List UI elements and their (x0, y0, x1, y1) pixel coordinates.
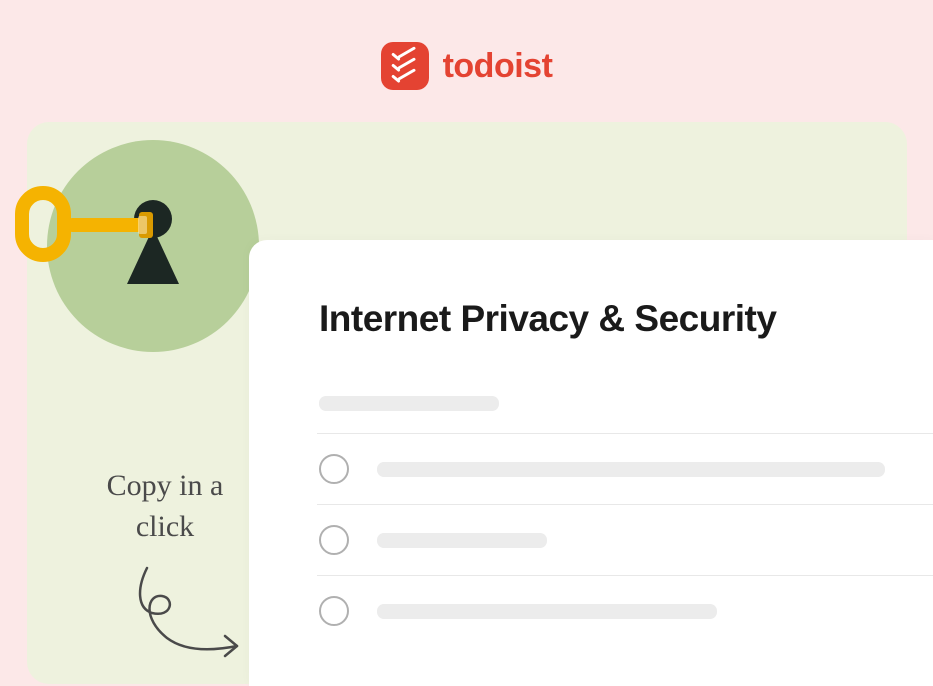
keyhole-icon (127, 200, 179, 284)
brand-logo[interactable]: todoist (381, 42, 553, 90)
task-row-placeholder (319, 576, 933, 646)
hero-illustration (47, 140, 259, 352)
task-list-placeholder (249, 340, 933, 646)
checkbox-icon[interactable] (319, 596, 349, 626)
task-text-placeholder (377, 604, 717, 619)
checkbox-icon[interactable] (319, 525, 349, 555)
template-preview: Internet Privacy & Security (249, 240, 933, 686)
arrow-icon (117, 558, 257, 668)
checkbox-icon[interactable] (319, 454, 349, 484)
task-row-placeholder (319, 434, 933, 504)
template-card: Copy in a click Internet Privacy & Secur… (27, 122, 907, 684)
task-text-placeholder (377, 533, 547, 548)
section-placeholder (319, 396, 499, 411)
todoist-logo-icon (381, 42, 429, 90)
task-text-placeholder (377, 462, 885, 477)
header: todoist (0, 0, 933, 90)
brand-name: todoist (443, 47, 553, 86)
task-row-placeholder (319, 505, 933, 575)
template-title: Internet Privacy & Security (249, 240, 933, 340)
cta-annotation: Copy in a click (75, 466, 255, 547)
